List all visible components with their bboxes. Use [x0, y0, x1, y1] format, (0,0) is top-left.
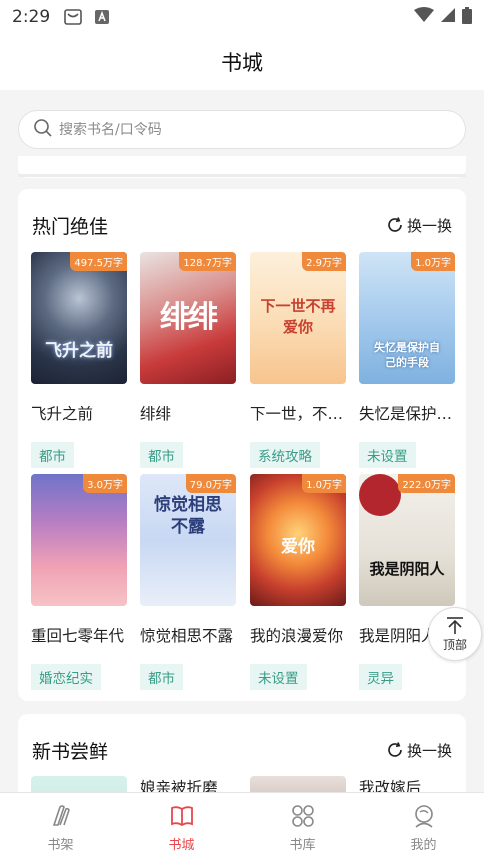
word-count-badge: 3.0万字: [83, 474, 127, 493]
book-cover[interactable]: 失忆是保护自己的手段 1.0万字: [359, 252, 455, 384]
refresh-button[interactable]: 换一换: [386, 215, 452, 236]
refresh-label: 换一换: [406, 741, 452, 760]
header: 书城: [0, 34, 484, 90]
search-icon: [33, 118, 53, 142]
open-book-icon: [170, 806, 193, 827]
word-count-badge: 222.0万字: [398, 474, 455, 493]
genre-tag: 未设置: [250, 664, 307, 690]
book-title: 飞升之前: [31, 405, 94, 423]
previous-card-bottom: [18, 156, 466, 178]
cover-title: 飞升之前: [45, 341, 113, 361]
cover-title: 爱你: [281, 537, 315, 557]
genre-tag: 灵异: [359, 664, 402, 690]
book-cover[interactable]: 3.0万字: [31, 474, 127, 606]
tab-library[interactable]: 书库: [242, 793, 363, 860]
book-title: 失忆是保护自己的手段: [359, 405, 455, 423]
genre-tag: 未设置: [359, 442, 416, 468]
section-title: 新书尝鲜: [32, 740, 109, 763]
back-to-top-button[interactable]: 顶部: [428, 607, 482, 661]
word-count-badge: 1.0万字: [302, 474, 346, 493]
grid-icon: [291, 805, 314, 827]
tab-label: 我的: [410, 838, 437, 853]
book-cover[interactable]: 下一世不再爱你 2.9万字: [250, 252, 346, 384]
book-cover[interactable]: 我是阴阳人 222.0万字: [359, 474, 455, 606]
tab-profile[interactable]: 我的: [363, 793, 484, 860]
page-title: 书城: [221, 51, 263, 75]
book-cover[interactable]: 惊觉相思不露 79.0万字: [140, 474, 236, 606]
cover-title: 惊觉相思不露: [154, 495, 222, 537]
word-count-badge: 128.7万字: [179, 252, 236, 271]
refresh-icon: [388, 742, 402, 757]
refresh-icon: [388, 217, 402, 232]
cover-title: 下一世不再爱你: [260, 297, 336, 336]
book-item[interactable]: 飞升之前 497.5万字 飞升之前 都市: [31, 252, 127, 468]
status-bar: 2:29: [0, 0, 484, 34]
bottom-tab-bar: 书架 书城 书库 我的: [0, 792, 484, 860]
genre-tag: 系统攻略: [250, 442, 320, 468]
cover-title: 失忆是保护自己的手段: [374, 341, 440, 369]
book-item[interactable]: 3.0万字 重回七零年代 婚恋纪实: [31, 474, 127, 690]
book-title: 绯绯: [140, 405, 172, 423]
status-time: 2:29: [12, 7, 51, 27]
book-item[interactable]: 失忆是保护自己的手段 1.0万字 失忆是保护自己的手段 未设置: [359, 252, 455, 468]
genre-tag: 都市: [31, 442, 74, 468]
hot-section-header: 热门绝佳 换一换: [32, 211, 452, 239]
book-title[interactable]: 娘亲被折磨: [140, 776, 236, 792]
search-input[interactable]: [59, 121, 419, 138]
tab-bookshelf[interactable]: 书架: [0, 793, 121, 860]
book-cover[interactable]: [250, 776, 346, 792]
tab-label: 书架: [47, 838, 74, 853]
user-icon: [414, 805, 433, 828]
content-scroll[interactable]: 热门绝佳 换一换 飞升之前 497.5万字 飞升之前 都市 绯绯 128.7万字…: [0, 156, 484, 792]
tab-label: 书城: [168, 838, 195, 853]
book-cover[interactable]: 飞升之前 497.5万字: [31, 252, 127, 384]
tab-label: 书库: [289, 838, 316, 853]
book-cover[interactable]: 爱你 1.0万字: [250, 474, 346, 606]
search-area: [0, 90, 484, 156]
book-item[interactable]: 下一世不再爱你 2.9万字 下一世，不再爱你 系统攻略: [250, 252, 346, 468]
wifi-icon: [414, 7, 434, 27]
book-item[interactable]: 绯绯 128.7万字 绯绯 都市: [140, 252, 236, 468]
genre-tag: 都市: [140, 442, 183, 468]
new-section-header: 新书尝鲜 换一换: [32, 736, 452, 764]
word-count-badge: 2.9万字: [302, 252, 346, 271]
tab-bookstore[interactable]: 书城: [121, 793, 242, 860]
book-title: 惊觉相思不露: [140, 627, 234, 645]
book-title: 我的浪漫爱你: [250, 627, 344, 645]
arrow-up-icon: [447, 616, 463, 634]
book-item[interactable]: 爱你 1.0万字 我的浪漫爱你 未设置: [250, 474, 346, 690]
book-title: 重回七零年代: [31, 627, 125, 645]
genre-tag: 都市: [140, 664, 183, 690]
refresh-label: 换一换: [406, 216, 452, 235]
signal-icon: [440, 7, 456, 27]
genre-tag: 婚恋纪实: [31, 664, 101, 690]
search-bar[interactable]: [18, 110, 466, 149]
book-title: 下一世，不再爱你: [250, 405, 346, 423]
new-books-section: 新书尝鲜 换一换 娘亲被折磨 我改嫁后: [18, 714, 466, 792]
refresh-button[interactable]: 换一换: [386, 740, 452, 761]
section-title: 热门绝佳: [32, 215, 109, 238]
book-cover[interactable]: [31, 776, 127, 792]
back-to-top-label: 顶部: [442, 637, 467, 652]
book-cover[interactable]: 绯绯 128.7万字: [140, 252, 236, 384]
book-item[interactable]: 惊觉相思不露 79.0万字 惊觉相思不露 都市: [140, 474, 236, 690]
cover-title: 我是阴阳人: [369, 560, 445, 578]
cover-title: 绯绯: [160, 300, 218, 335]
app-notification-icon: [94, 9, 112, 25]
bookshelf-icon: [52, 805, 70, 826]
battery-icon: [462, 6, 472, 28]
book-title[interactable]: 我改嫁后: [359, 776, 455, 792]
hot-books-section: 热门绝佳 换一换 飞升之前 497.5万字 飞升之前 都市 绯绯 128.7万字…: [18, 189, 466, 701]
notification-box-icon: [64, 9, 82, 25]
book-item[interactable]: 我是阴阳人 222.0万字 我是阴阳人 灵异: [359, 474, 455, 690]
word-count-badge: 497.5万字: [70, 252, 127, 271]
word-count-badge: 79.0万字: [185, 474, 236, 493]
word-count-badge: 1.0万字: [411, 252, 455, 271]
